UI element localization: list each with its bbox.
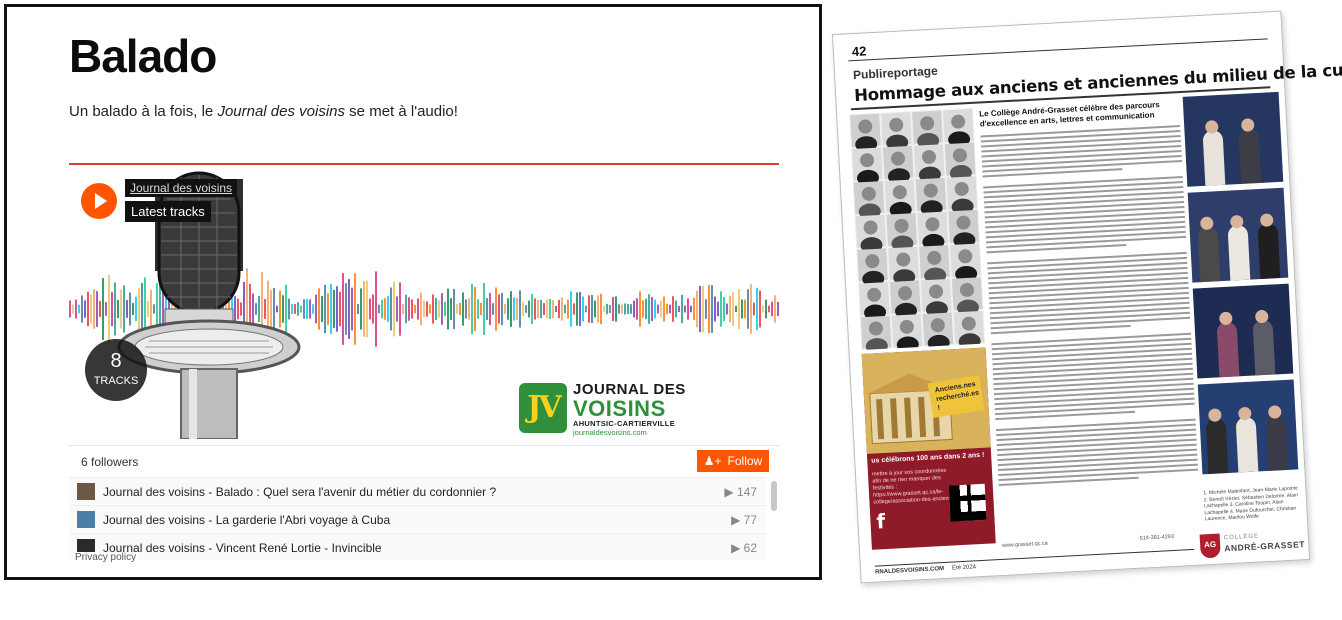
footer-season: Été 2024 [951, 564, 977, 572]
play-button[interactable] [81, 183, 117, 219]
event-photo [1182, 91, 1284, 187]
article-body: Le Collège André-Grasset célèbre des par… [979, 99, 1201, 539]
logo-line-3: AHUNTSIC-CARTIERVILLE [573, 419, 675, 428]
logo-url: journaldesvoisins.com [573, 428, 647, 437]
top-rule [848, 38, 1268, 62]
soundcloud-player: Journal des voisins Latest tracks 8 TRAC… [69, 169, 779, 439]
page-number: 42 [851, 43, 867, 60]
tracklist-scrollbar[interactable] [771, 481, 777, 511]
college-website: www.grasset.qc.ca [1001, 540, 1048, 549]
player-playlist-title[interactable]: Latest tracks [125, 201, 211, 222]
footer-site: RNALDESVOISINS.COM [874, 566, 945, 576]
track-title: Journal des voisins - Balado : Quel sera… [103, 485, 497, 499]
tracks-count-badge: 8 TRACKS [85, 339, 147, 401]
portrait-grid [849, 107, 986, 355]
facebook-icon: f [875, 509, 886, 534]
followers-count: 6 followers [81, 455, 139, 469]
page-footer: RNALDESVOISINS.COM Été 2024 [875, 564, 976, 575]
track-row[interactable]: Journal des voisins - Balado : Quel sera… [69, 477, 765, 504]
track-row[interactable]: Journal des voisins - Vincent René Lorti… [69, 533, 765, 560]
follow-label: Follow [727, 454, 763, 468]
journal-des-voisins-logo: JV JOURNAL DES VOISINS AHUNTSIC-CARTIERV… [519, 381, 759, 439]
footer-rule [874, 548, 1195, 567]
article-subhead: Le Collège André-Grasset célèbre des par… [979, 100, 1160, 129]
event-photo [1192, 283, 1294, 379]
promo-text: mettre à jour vos coordonnées afin de ne… [871, 467, 954, 506]
magazine-page-wrapper: 42 Publireportage Hommage aux anciens et… [826, 10, 1342, 612]
add-user-icon: ♟+ [703, 454, 722, 468]
privacy-policy-link[interactable]: Privacy policy [73, 552, 139, 563]
anniversary-promo: Anciens.nes recherché.es ! us célébrons … [861, 347, 996, 550]
promo-title: us célébrons 100 ans dans 2 ans ! [871, 451, 985, 465]
logo-small-text: COLLÈGE [1223, 533, 1260, 542]
portrait-photos [850, 108, 985, 355]
event-photo [1197, 379, 1299, 475]
jdv-logo-mark: JV [519, 383, 567, 433]
play-icon [95, 193, 107, 209]
track-play-count: ▶ 77 [731, 513, 757, 527]
track-list: Journal des voisins - Balado : Quel sera… [69, 477, 779, 561]
web-page-screenshot: Balado Un balado à la fois, le Journal d… [4, 4, 822, 580]
intro-publication: Journal des voisins [217, 103, 346, 120]
track-title: Journal des voisins - La garderie l'Abri… [103, 513, 391, 527]
track-thumbnail [77, 483, 95, 500]
page-title: Balado [69, 30, 217, 82]
logo-big-text: ANDRÉ-GRASSET [1224, 539, 1306, 554]
follow-button[interactable]: ♟+ Follow [697, 450, 769, 472]
section-divider [69, 163, 779, 165]
magazine-page: 42 Publireportage Hommage aux anciens et… [831, 10, 1342, 584]
track-play-count: ▶ 147 [724, 485, 757, 499]
college-shield-icon: AG [1199, 533, 1221, 559]
tracks-label: TRACKS [93, 375, 139, 387]
qr-code [948, 483, 987, 522]
event-photo [1187, 187, 1289, 283]
page-intro: Un balado à la fois, le Journal des vois… [69, 103, 458, 120]
college-logo: AG COLLÈGE ANDRÉ-GRASSET [1199, 529, 1311, 559]
section-label: Publireportage [852, 63, 939, 83]
college-phone: 514-381-4293 [1139, 533, 1175, 542]
article-text-lines [980, 125, 1199, 495]
tracks-count: 8 [110, 350, 122, 372]
photo-caption: 1. Michèle Malenfant, Jean-Marie Lapoint… [1203, 485, 1299, 523]
intro-suffix: se met à l'audio! [345, 103, 458, 120]
followers-bar: 6 followers ♟+ Follow [69, 445, 779, 477]
track-title: Journal des voisins - Vincent René Lorti… [103, 541, 382, 555]
track-row[interactable]: Journal des voisins - La garderie l'Abri… [69, 505, 765, 532]
track-thumbnail [77, 511, 95, 528]
player-user-link[interactable]: Journal des voisins [125, 179, 238, 197]
track-play-count: ▶ 62 [731, 541, 757, 555]
intro-prefix: Un balado à la fois, le [69, 103, 218, 120]
event-photos [1182, 91, 1299, 486]
